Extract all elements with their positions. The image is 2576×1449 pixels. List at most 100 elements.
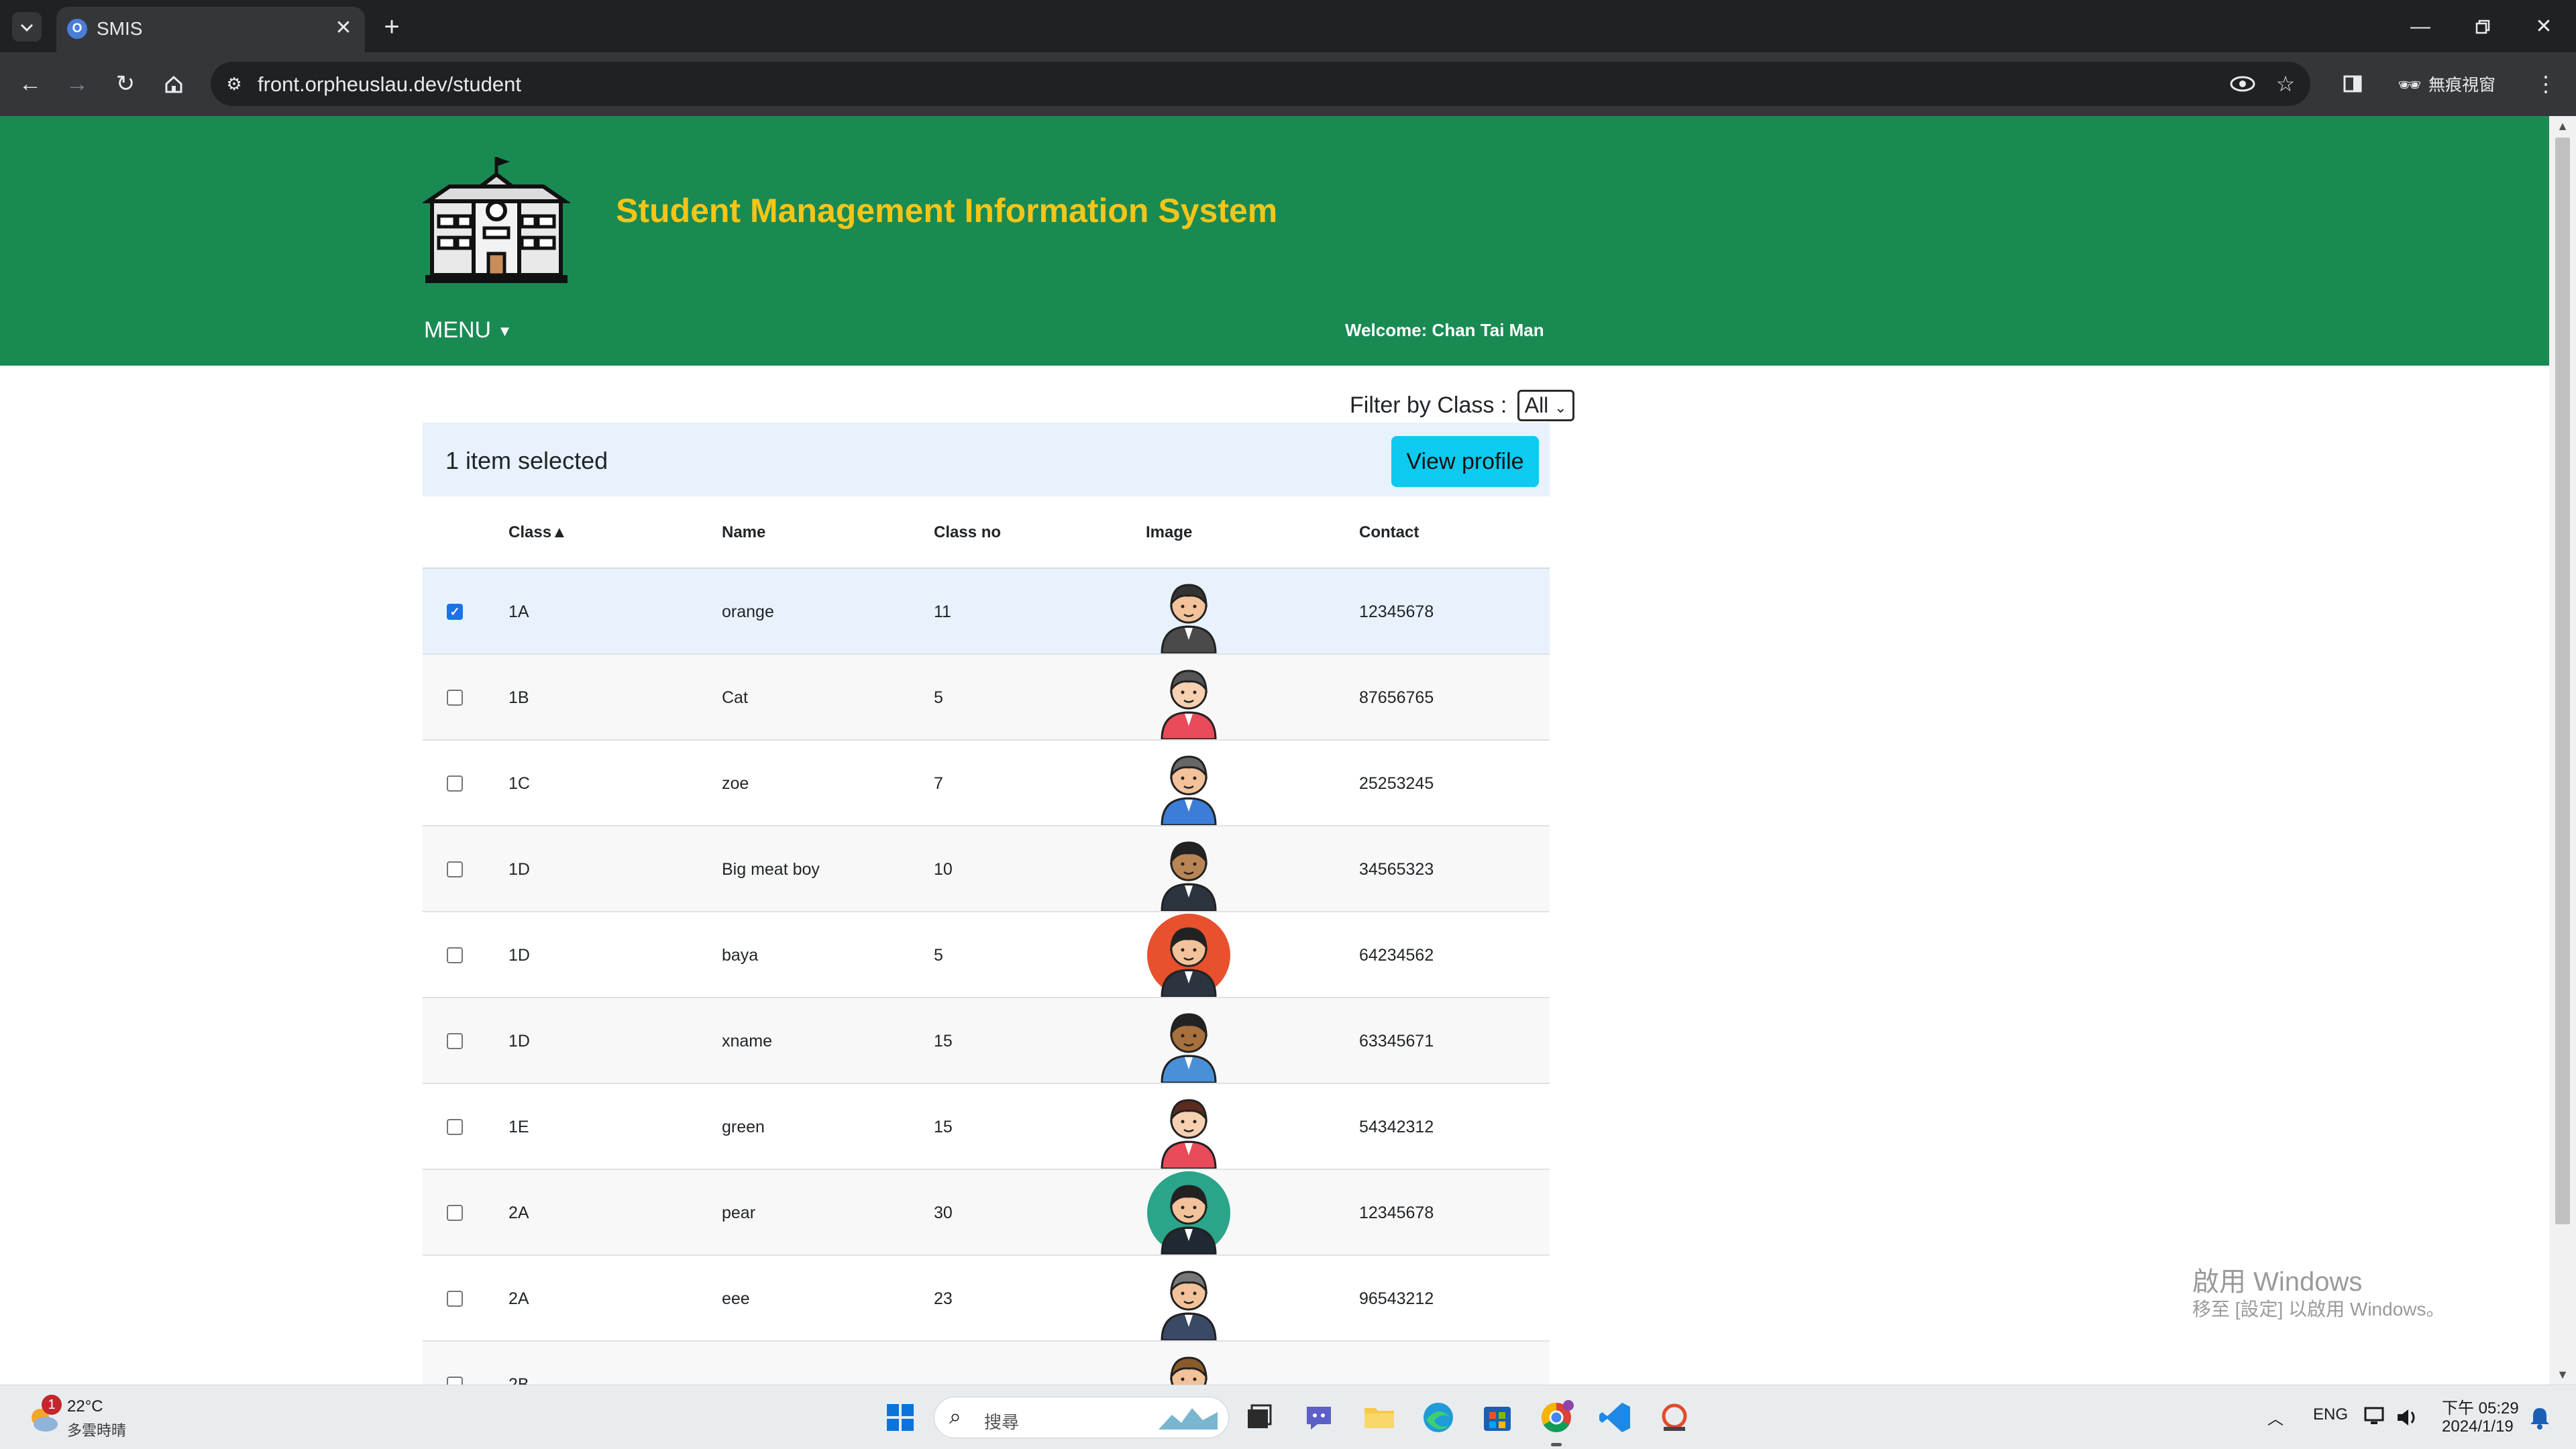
table-row[interactable]: 1B Cat 5 87656765 bbox=[423, 655, 1550, 741]
row-checkbox[interactable] bbox=[447, 861, 463, 877]
clock-time[interactable]: 下午 05:29 bbox=[2442, 1395, 2519, 1418]
girl-idea-avatar-icon bbox=[1161, 1099, 1217, 1169]
table-row[interactable]: ✓ 1A orange 11 12345678 bbox=[423, 569, 1550, 655]
class-filter: Filter by Class : All ⌄ bbox=[1350, 390, 1574, 421]
git-icon[interactable] bbox=[1654, 1397, 1695, 1438]
restore-button[interactable] bbox=[2463, 8, 2501, 46]
tab-search-button[interactable] bbox=[12, 12, 42, 42]
table-row[interactable]: 2A pear 30 12345678 bbox=[423, 1170, 1550, 1256]
teams-chat-icon[interactable] bbox=[1299, 1397, 1339, 1438]
man-teal-circle-avatar-icon bbox=[1147, 1171, 1230, 1254]
row-checkbox[interactable] bbox=[447, 1205, 463, 1221]
taskbar-search[interactable]: ⌕ 搜尋 bbox=[934, 1397, 1229, 1438]
cell-name: baya bbox=[722, 946, 759, 965]
girl-reading-avatar-icon bbox=[1161, 669, 1217, 739]
boy-sparkle-avatar-icon bbox=[1170, 1356, 1208, 1385]
cell-contact: 54342312 bbox=[1359, 1118, 1434, 1136]
cell-class: 2A bbox=[508, 1203, 529, 1222]
row-checkbox[interactable]: ✓ bbox=[447, 604, 463, 620]
tab-close-button[interactable]: ✕ bbox=[330, 15, 357, 42]
cell-contact: 96543212 bbox=[1359, 1289, 1434, 1308]
language-indicator[interactable]: ENG bbox=[2313, 1405, 2348, 1424]
man-blue-shirt-avatar-icon bbox=[1161, 1013, 1217, 1083]
table-row[interactable]: 1D xname 15 63345671 bbox=[423, 998, 1550, 1084]
column-header-contact[interactable]: Contact bbox=[1359, 496, 1419, 569]
scroll-up-icon[interactable]: ▲ bbox=[2549, 116, 2576, 136]
new-tab-button[interactable]: + bbox=[378, 12, 405, 42]
view-profile-button[interactable]: View profile bbox=[1391, 436, 1539, 487]
row-checkbox[interactable] bbox=[447, 690, 463, 706]
cell-contact: 63345671 bbox=[1359, 1032, 1434, 1051]
notification-bell-icon[interactable] bbox=[2526, 1404, 2553, 1431]
table-row[interactable]: 1C zoe 7 25253245 bbox=[423, 741, 1550, 826]
reload-button[interactable]: ↻ bbox=[109, 67, 142, 101]
row-checkbox[interactable] bbox=[447, 775, 463, 792]
home-button[interactable] bbox=[157, 67, 191, 101]
table-row[interactable]: 1D Big meat boy 10 34565323 bbox=[423, 826, 1550, 912]
edge-icon[interactable] bbox=[1418, 1397, 1458, 1438]
eye-icon bbox=[2230, 76, 2255, 92]
incognito-label: 無痕視窗 bbox=[2428, 76, 2496, 95]
table-row[interactable]: 1D baya 5 64234562 bbox=[423, 912, 1550, 998]
cell-name: eee bbox=[722, 1289, 750, 1308]
row-checkbox[interactable] bbox=[447, 947, 463, 963]
eye-button[interactable] bbox=[2227, 68, 2258, 99]
table-row[interactable]: 2B bbox=[423, 1342, 1550, 1385]
back-button[interactable]: ← bbox=[13, 67, 47, 101]
cell-contact: 64234562 bbox=[1359, 946, 1434, 965]
search-icon: ⌕ bbox=[949, 1404, 961, 1428]
cell-class: 1A bbox=[508, 602, 529, 621]
windows-start-icon[interactable] bbox=[880, 1397, 920, 1438]
scroll-down-icon[interactable]: ▼ bbox=[2549, 1364, 2576, 1385]
url-text[interactable]: front.orpheuslau.dev/student bbox=[258, 72, 521, 97]
forward-button[interactable]: → bbox=[60, 67, 94, 101]
site-info-button[interactable]: ⚙ bbox=[221, 71, 247, 97]
side-panel-button[interactable] bbox=[2337, 68, 2368, 99]
window-close-button[interactable]: ✕ bbox=[2525, 8, 2563, 46]
column-header-class[interactable]: Class▲ bbox=[508, 496, 568, 569]
scrollbar-thumb[interactable] bbox=[2555, 138, 2570, 1224]
vscode-icon[interactable] bbox=[1595, 1397, 1635, 1438]
column-header-name[interactable]: Name bbox=[722, 496, 765, 569]
speaker-icon[interactable] bbox=[2394, 1404, 2420, 1431]
address-bar[interactable] bbox=[211, 62, 2310, 106]
class-filter-select[interactable]: All ⌄ bbox=[1517, 390, 1574, 421]
bookmark-button[interactable]: ☆ bbox=[2270, 68, 2301, 99]
school-logo-icon bbox=[423, 157, 570, 283]
row-checkbox[interactable] bbox=[447, 1033, 463, 1049]
chevron-down-icon: ⌄ bbox=[1554, 399, 1567, 416]
file-explorer-icon[interactable] bbox=[1359, 1397, 1399, 1438]
row-checkbox[interactable] bbox=[447, 1377, 463, 1385]
store-icon[interactable] bbox=[1477, 1397, 1517, 1438]
table-row[interactable]: 2A eee 23 96543212 bbox=[423, 1256, 1550, 1342]
minimize-icon: — bbox=[2410, 15, 2430, 38]
incognito-chip[interactable]: 🕶 無痕視窗 bbox=[2388, 70, 2502, 101]
column-header-class-no[interactable]: Class no bbox=[934, 496, 1001, 569]
network-icon[interactable] bbox=[2361, 1404, 2388, 1431]
table-row[interactable]: 1E green 15 54342312 bbox=[423, 1084, 1550, 1170]
filter-selected-value: All bbox=[1524, 393, 1549, 417]
temperature: 22°C bbox=[67, 1397, 103, 1415]
weather-badge: 1 bbox=[42, 1395, 62, 1415]
cell-class: 1D bbox=[508, 946, 530, 965]
site-header: Student Management Information System ME… bbox=[0, 116, 2549, 366]
column-header-image: Image bbox=[1146, 523, 1193, 541]
browser-toolbar: ← → ↻ ⚙ front.orpheuslau.dev/student ☆ 🕶… bbox=[0, 52, 2576, 116]
row-checkbox[interactable] bbox=[447, 1291, 463, 1307]
page-scrollbar[interactable]: ▲ ▼ bbox=[2549, 116, 2576, 1385]
clock-date[interactable]: 2024/1/19 bbox=[2442, 1417, 2514, 1436]
chevron-up-icon[interactable]: ︿ bbox=[2267, 1405, 2284, 1429]
file-manager-icon[interactable] bbox=[1238, 1397, 1279, 1438]
weather-description: 多雲時晴 bbox=[67, 1422, 127, 1439]
cell-class: 1B bbox=[508, 688, 529, 707]
back-icon: ← bbox=[19, 71, 42, 97]
selected-count: 1 item selected bbox=[445, 447, 608, 474]
chrome-icon[interactable] bbox=[1536, 1397, 1576, 1438]
menu-dropdown-button[interactable]: MENU ▼ bbox=[424, 317, 512, 343]
minimize-button[interactable]: — bbox=[2402, 8, 2439, 46]
more-menu-button[interactable]: ⋮ bbox=[2530, 68, 2561, 99]
incognito-icon: 🕶 bbox=[2398, 74, 2422, 95]
cell-contact: 25253245 bbox=[1359, 774, 1434, 793]
row-checkbox[interactable] bbox=[447, 1119, 463, 1135]
star-icon: ☆ bbox=[2275, 72, 2296, 96]
